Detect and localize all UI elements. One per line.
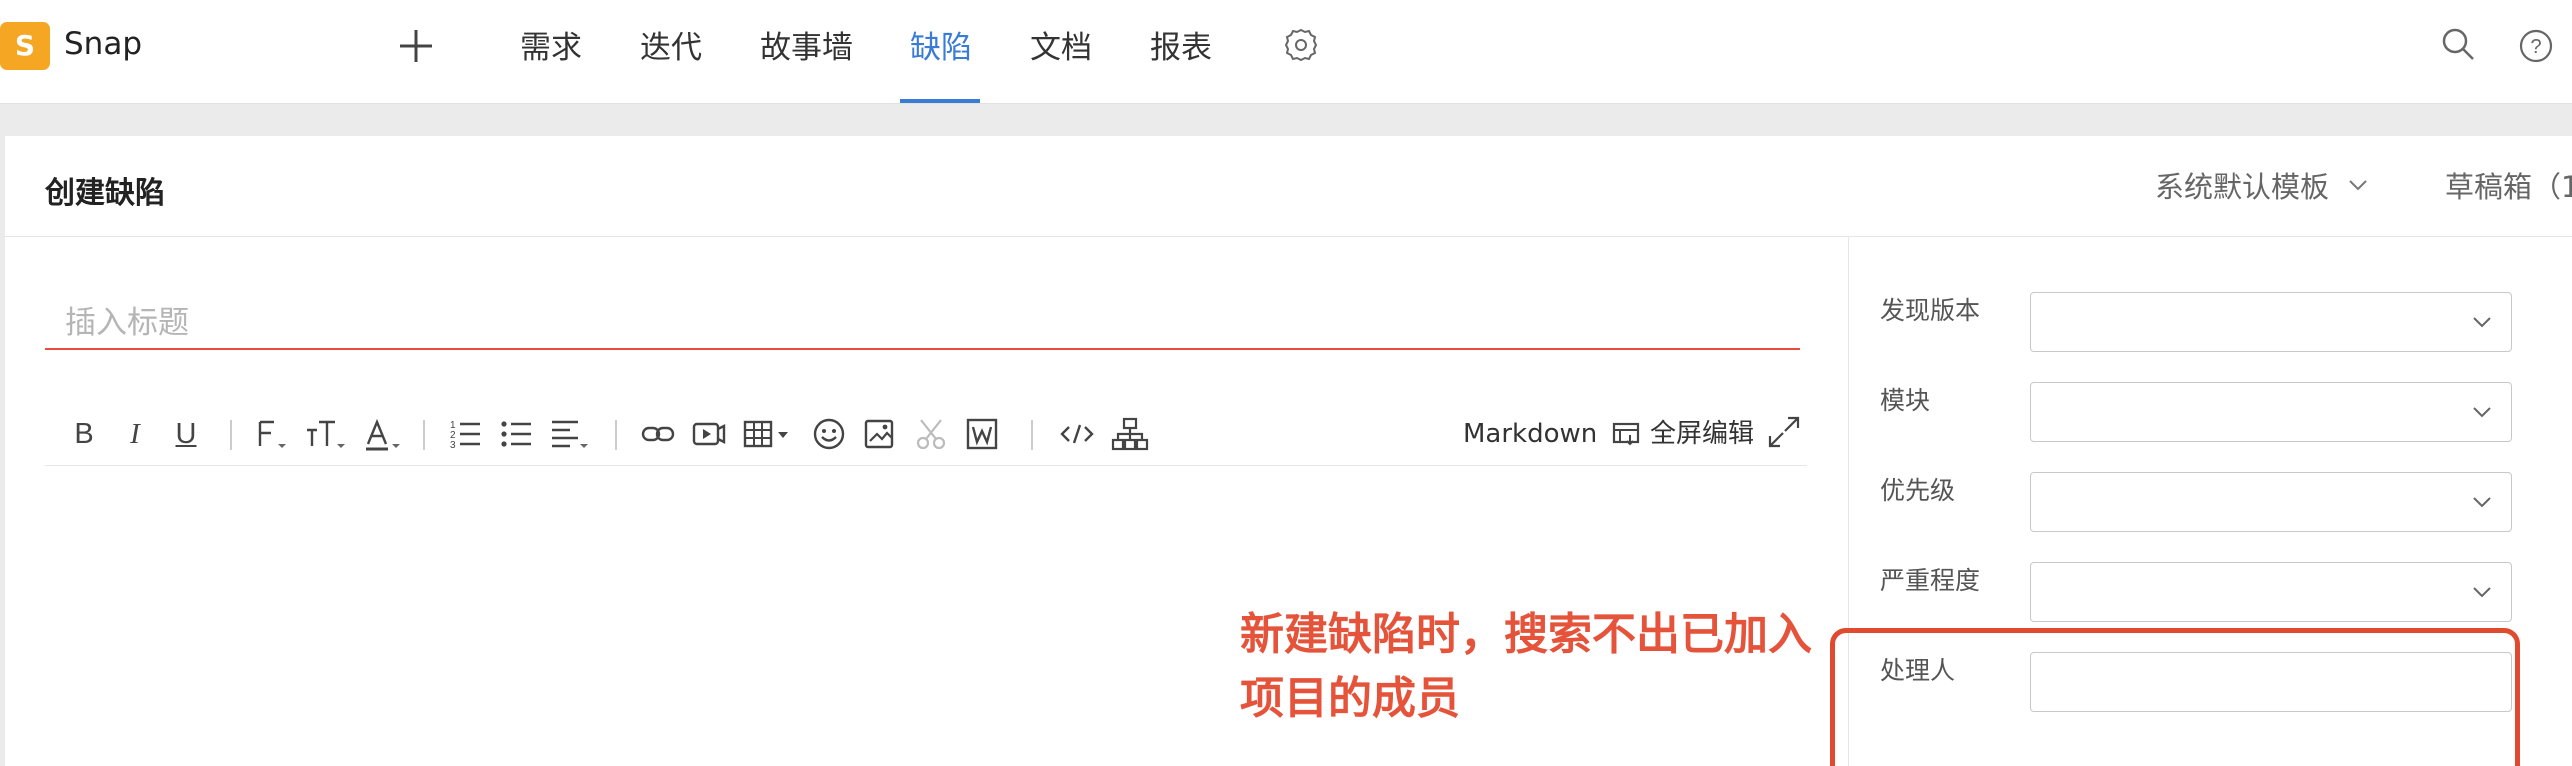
- video-icon[interactable]: [691, 414, 727, 454]
- annotation-highlight-box: [1830, 628, 2520, 766]
- table-icon[interactable]: [742, 414, 798, 454]
- link-icon[interactable]: [640, 414, 676, 454]
- ordered-list-icon[interactable]: 123: [448, 414, 484, 454]
- fullscreen-label: 全屏编辑: [1650, 419, 1755, 449]
- font-family-icon[interactable]: [252, 414, 292, 454]
- bold-button[interactable]: B: [69, 414, 99, 454]
- title-input[interactable]: [45, 298, 1800, 350]
- editor-toolbar: B I U 123 Markdown 全屏编辑: [45, 406, 1807, 466]
- cut-icon: [913, 414, 949, 454]
- module-select[interactable]: [2030, 382, 2512, 442]
- severity-select[interactable]: [2030, 562, 2512, 622]
- emoji-icon[interactable]: [811, 414, 847, 454]
- fullscreen-toggle[interactable]: 全屏编辑: [1650, 414, 1802, 454]
- underline-button[interactable]: U: [171, 414, 201, 454]
- nav-documents[interactable]: 文档: [1030, 22, 1092, 67]
- svg-text:3: 3: [450, 440, 456, 451]
- app-name[interactable]: Snap: [64, 26, 142, 62]
- chevron-down-icon: [2473, 407, 2491, 418]
- mindmap-icon[interactable]: [1110, 414, 1150, 454]
- image-icon[interactable]: [862, 414, 898, 454]
- markdown-toggle[interactable]: Markdown: [1463, 414, 1642, 454]
- template-selector[interactable]: 系统默认模板: [2155, 164, 2329, 206]
- priority-select[interactable]: [2030, 472, 2512, 532]
- word-import-icon[interactable]: [964, 414, 1000, 454]
- nav-iterations[interactable]: 迭代: [640, 22, 702, 67]
- divider: [5, 236, 2572, 237]
- nav-defects[interactable]: 缺陷: [910, 22, 972, 67]
- chevron-down-icon: [2473, 497, 2491, 508]
- field-label-severity: 严重程度: [1880, 566, 1981, 595]
- divider: [230, 420, 232, 450]
- markdown-label: Markdown: [1463, 419, 1598, 449]
- nav-reports[interactable]: 报表: [1150, 22, 1212, 67]
- add-icon[interactable]: [396, 26, 436, 66]
- top-navbar: S Snap 需求 迭代 故事墙 缺陷 文档 报表 ?: [0, 0, 2572, 104]
- divider: [615, 420, 617, 450]
- chevron-down-icon[interactable]: [2345, 172, 2371, 198]
- app-logo[interactable]: S: [0, 22, 50, 70]
- chevron-down-icon: [2473, 317, 2491, 328]
- chevron-down-icon: [2473, 587, 2491, 598]
- svg-text:?: ?: [2530, 36, 2541, 58]
- code-icon[interactable]: [1057, 414, 1097, 454]
- field-label-priority: 优先级: [1880, 476, 1956, 505]
- active-tab-indicator: [900, 99, 980, 103]
- annotation-text: 新建缺陷时，搜索不出已加入项目的成员: [1240, 609, 1812, 724]
- nav-story-wall[interactable]: 故事墙: [760, 22, 853, 67]
- field-label-module: 模块: [1880, 386, 1931, 415]
- divider: [1031, 420, 1033, 450]
- help-icon[interactable]: ?: [2518, 28, 2554, 64]
- found-version-select[interactable]: [2030, 292, 2512, 352]
- italic-button[interactable]: I: [120, 414, 150, 454]
- search-icon[interactable]: [2440, 26, 2476, 62]
- gear-icon[interactable]: [1282, 26, 1320, 64]
- font-size-icon[interactable]: [303, 414, 351, 454]
- font-color-icon[interactable]: [360, 414, 406, 454]
- expand-icon: [1769, 416, 1800, 448]
- markdown-icon: [1612, 422, 1639, 446]
- drafts-link[interactable]: 草稿箱（1: [2445, 164, 2572, 206]
- bullet-list-icon[interactable]: [499, 414, 535, 454]
- divider: [423, 420, 425, 450]
- align-icon[interactable]: [548, 414, 594, 454]
- field-label-found-version: 发现版本: [1880, 296, 1981, 325]
- nav-requirements[interactable]: 需求: [520, 22, 582, 67]
- page-title: 创建缺陷: [45, 176, 165, 211]
